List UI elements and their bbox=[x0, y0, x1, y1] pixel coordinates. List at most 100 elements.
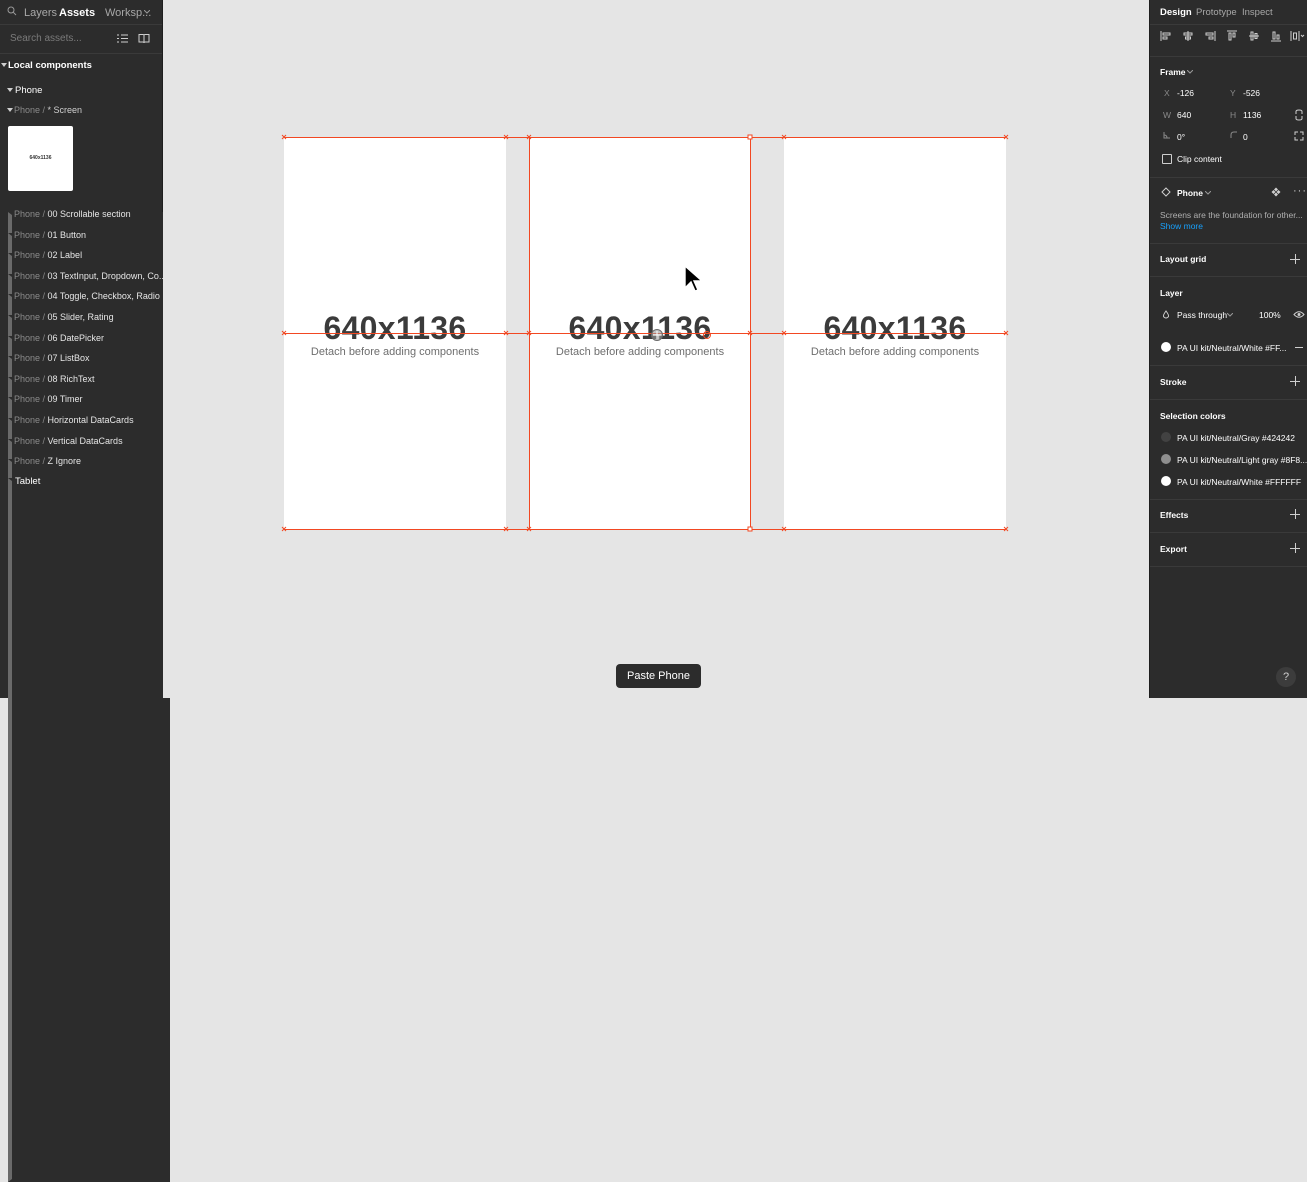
align-top-icon[interactable] bbox=[1226, 30, 1238, 42]
frame-size-label: 640x1136 bbox=[323, 310, 467, 346]
selection-right-edge bbox=[750, 137, 751, 530]
component-list-item[interactable]: Phone / 06 DatePicker bbox=[14, 333, 104, 343]
component-list-item[interactable]: Phone / 09 Timer bbox=[14, 394, 83, 404]
align-bottom-icon[interactable] bbox=[1270, 30, 1282, 42]
item-prefix: Phone / bbox=[14, 394, 48, 404]
selection-color-name[interactable]: PA UI kit/Neutral/White #FFFFFF bbox=[1177, 477, 1301, 487]
item-prefix: Phone / bbox=[14, 436, 48, 446]
component-list-item[interactable]: Phone / 05 Slider, Rating bbox=[14, 312, 114, 322]
blend-mode-dropdown[interactable]: Pass through bbox=[1177, 310, 1227, 320]
more-options-icon[interactable]: ··· bbox=[1293, 185, 1307, 197]
collapse-arrow-icon[interactable] bbox=[7, 108, 13, 112]
component-list-item[interactable]: Phone / 01 Button bbox=[14, 230, 86, 240]
component-list-item[interactable]: Phone / Vertical DataCards bbox=[14, 436, 123, 446]
frame-label[interactable]: Frame bbox=[1160, 67, 1186, 77]
component-screen[interactable]: Phone / * Screen bbox=[14, 105, 82, 115]
clip-content-label: Clip content bbox=[1177, 154, 1222, 164]
selection-color-swatch[interactable] bbox=[1161, 454, 1171, 464]
add-export-icon[interactable] bbox=[1290, 543, 1300, 553]
remove-fill-icon[interactable] bbox=[1295, 347, 1303, 348]
item-name: 00 Scrollable section bbox=[47, 209, 131, 219]
group-phone[interactable]: Phone bbox=[15, 85, 42, 96]
selection-color-swatch[interactable] bbox=[1161, 476, 1171, 486]
y-label: Y bbox=[1230, 88, 1236, 98]
component-list-item[interactable]: Phone / Horizontal DataCards bbox=[14, 415, 134, 425]
item-prefix: Phone / bbox=[14, 415, 48, 425]
component-list-item[interactable]: Phone / 08 RichText bbox=[14, 374, 95, 384]
search-icon[interactable] bbox=[7, 6, 17, 16]
chevron-down-icon[interactable] bbox=[1205, 191, 1211, 195]
add-effect-icon[interactable] bbox=[1290, 509, 1300, 519]
collapse-arrow-icon[interactable] bbox=[7, 88, 13, 92]
component-icon bbox=[1161, 187, 1171, 197]
item-name: 04 Toggle, Checkbox, Radio bbox=[47, 291, 160, 301]
independent-corners-icon[interactable] bbox=[1294, 131, 1304, 141]
chevron-down-icon[interactable] bbox=[144, 10, 150, 14]
tab-assets[interactable]: Assets bbox=[59, 7, 95, 19]
search-assets-input[interactable]: Search assets... bbox=[10, 33, 82, 44]
selection-color-name[interactable]: PA UI kit/Neutral/Light gray #8F8... bbox=[1177, 455, 1307, 465]
help-button[interactable]: ? bbox=[1276, 667, 1296, 687]
item-name: Z Ignore bbox=[47, 456, 82, 466]
tab-layers[interactable]: Layers bbox=[24, 7, 57, 19]
selection-color-name[interactable]: PA UI kit/Neutral/Gray #424242 bbox=[1177, 433, 1295, 443]
group-tablet[interactable]: Tablet bbox=[15, 476, 40, 487]
component-list-item[interactable]: Phone / 07 ListBox bbox=[14, 353, 90, 363]
chevron-down-icon[interactable] bbox=[1187, 70, 1193, 74]
tab-prototype[interactable]: Prototype bbox=[1196, 7, 1237, 18]
item-prefix: Phone / bbox=[14, 230, 48, 240]
go-to-main-component-icon[interactable] bbox=[1271, 187, 1281, 197]
item-name: 09 Timer bbox=[47, 394, 83, 404]
item-name: 06 DatePicker bbox=[47, 333, 105, 343]
list-view-icon[interactable] bbox=[117, 33, 128, 44]
show-more-link[interactable]: Show more bbox=[1160, 221, 1203, 231]
constrain-proportions-icon[interactable] bbox=[1295, 109, 1303, 121]
corner-radius-icon bbox=[1230, 131, 1237, 138]
add-layout-grid-icon[interactable] bbox=[1290, 254, 1300, 264]
y-input[interactable]: -526 bbox=[1243, 88, 1260, 98]
component-thumbnail[interactable]: 640x1136 bbox=[8, 126, 73, 191]
item-prefix: Phone / bbox=[14, 353, 48, 363]
component-name[interactable]: Phone bbox=[1177, 188, 1203, 198]
item-prefix: Phone / bbox=[14, 271, 48, 281]
distribute-icon[interactable] bbox=[1290, 30, 1305, 42]
item-prefix: Phone / bbox=[14, 374, 48, 384]
item-prefix: Phone / bbox=[14, 456, 48, 466]
fill-color-swatch[interactable] bbox=[1161, 342, 1171, 352]
add-stroke-icon[interactable] bbox=[1290, 376, 1300, 386]
width-input[interactable]: 640 bbox=[1177, 110, 1191, 120]
local-components-header[interactable]: Local components bbox=[8, 60, 92, 71]
collapse-arrow-icon[interactable] bbox=[1, 63, 7, 67]
component-list-item[interactable]: Phone / 00 Scrollable section bbox=[14, 209, 131, 219]
cursor-arrow-icon bbox=[684, 264, 704, 292]
fill-style-name[interactable]: PA UI kit/Neutral/White #FF... bbox=[1177, 343, 1286, 353]
eye-icon[interactable] bbox=[1293, 310, 1305, 319]
rotation-icon bbox=[1163, 132, 1170, 139]
component-list-item[interactable]: Phone / Z Ignore bbox=[14, 456, 81, 466]
height-input[interactable]: 1136 bbox=[1243, 110, 1261, 120]
chevron-down-icon[interactable] bbox=[1227, 313, 1233, 317]
item-name: Horizontal DataCards bbox=[47, 415, 134, 425]
opacity-input[interactable]: 100% bbox=[1259, 310, 1281, 320]
selection-color-swatch[interactable] bbox=[1161, 432, 1171, 442]
rotation-input[interactable]: 0° bbox=[1177, 132, 1185, 142]
corner-radius-input[interactable]: 0 bbox=[1243, 132, 1248, 142]
align-horizontal-center-icon[interactable] bbox=[1182, 30, 1194, 42]
tab-design[interactable]: Design bbox=[1160, 7, 1192, 18]
align-vertical-center-icon[interactable] bbox=[1248, 30, 1260, 42]
x-input[interactable]: -126 bbox=[1177, 88, 1194, 98]
tab-inspect[interactable]: Inspect bbox=[1242, 7, 1273, 18]
canvas[interactable]: 640x1136 Detach before adding components… bbox=[163, 0, 1149, 698]
align-right-icon[interactable] bbox=[1204, 30, 1216, 42]
component-list-item[interactable]: Phone / 02 Label bbox=[14, 250, 82, 260]
x-label: X bbox=[1164, 88, 1170, 98]
component-list-item[interactable]: Phone / 04 Toggle, Checkbox, Radio bbox=[14, 291, 160, 301]
expand-arrow-icon[interactable] bbox=[8, 478, 170, 1182]
clip-content-checkbox[interactable] bbox=[1162, 154, 1172, 164]
library-icon[interactable] bbox=[138, 33, 150, 44]
component-list-item[interactable]: Phone / 03 TextInput, Dropdown, Co... bbox=[14, 271, 166, 281]
frame-note: Detach before adding components bbox=[310, 346, 480, 358]
thumbnail-label: 640x1136 bbox=[29, 155, 52, 161]
align-left-icon[interactable] bbox=[1160, 30, 1172, 42]
item-name: 01 Button bbox=[47, 230, 87, 240]
